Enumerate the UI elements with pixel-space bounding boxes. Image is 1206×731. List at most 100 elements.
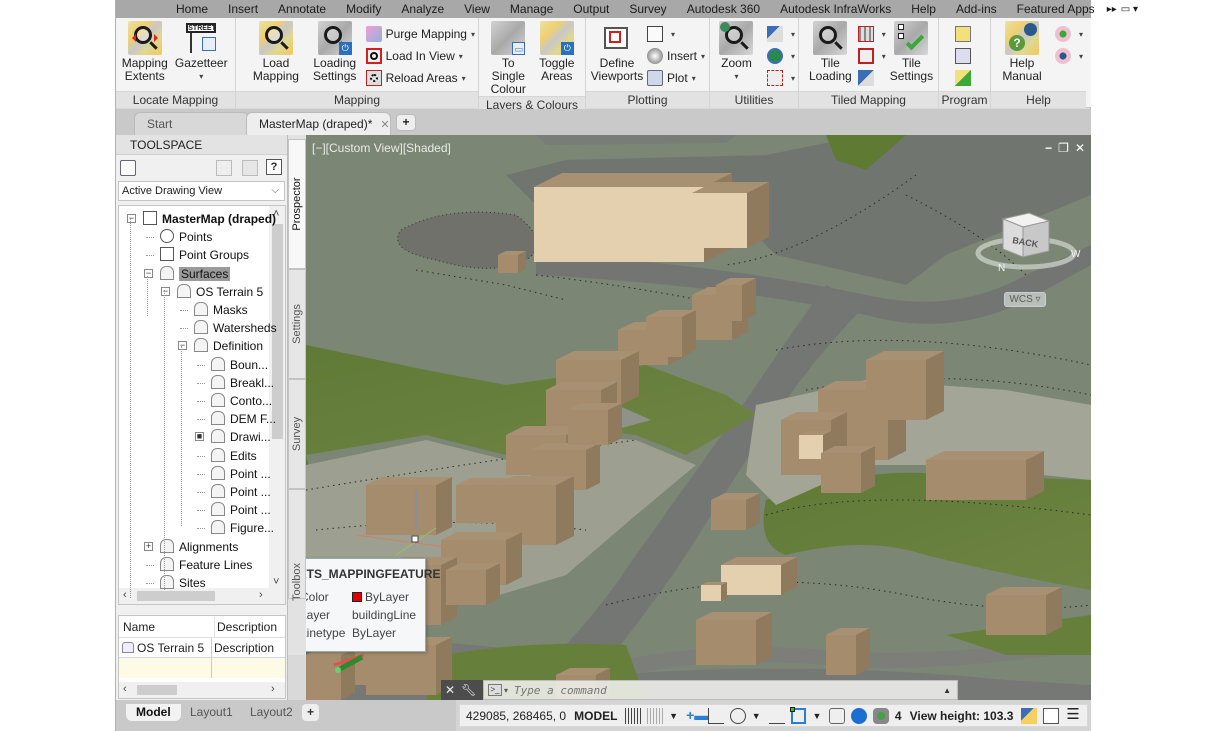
viewport-minimize-icon[interactable]: − <box>1045 141 1052 155</box>
viewport-close-icon[interactable]: ✕ <box>1075 141 1085 155</box>
utility-tool-2-button[interactable]: ▾ <box>766 45 795 67</box>
polar-tracking-icon[interactable] <box>729 707 746 724</box>
tile-export-button[interactable] <box>857 67 886 89</box>
column-header-description[interactable]: Description <box>214 617 277 637</box>
tab-survey[interactable]: Survey <box>619 0 676 18</box>
plot-button[interactable]: Plot ▾ <box>647 67 705 89</box>
tree-item[interactable]: Point ... <box>211 465 271 483</box>
tile-loading-button[interactable]: Tile Loading <box>809 21 852 83</box>
tab-view[interactable]: View <box>454 0 500 18</box>
define-viewports-button[interactable]: Define Viewports <box>589 21 645 83</box>
doc-tab-mastermap-draped[interactable]: MasterMap (draped)* ✕ <box>246 112 391 135</box>
tile-settings-button[interactable]: Tile Settings <box>890 21 933 83</box>
tile-frame-button[interactable]: ▾ <box>857 45 886 67</box>
expand-icon[interactable]: + <box>144 541 153 551</box>
scroll-right-arrow[interactable]: › <box>271 683 275 695</box>
osnap-dropdown-caret[interactable]: ▼ <box>812 711 821 721</box>
recent-commands-caret[interactable]: ▾ <box>504 686 508 695</box>
loading-settings-button[interactable]: ⏻ Loading Settings <box>306 21 364 83</box>
customization-menu-icon[interactable]: ☰ <box>1065 707 1081 724</box>
tile-grid-button[interactable]: ▾ <box>857 23 886 45</box>
utility-tool-1-button[interactable]: ▾ <box>766 23 795 45</box>
program-tool-1-button[interactable] <box>954 23 975 45</box>
help-tool-2-button[interactable]: ▾ <box>1054 45 1083 67</box>
program-tool-2-button[interactable] <box>954 45 975 67</box>
polar-dropdown-caret[interactable]: ▼ <box>752 711 761 721</box>
tab-annotate[interactable]: Annotate <box>268 0 336 18</box>
dynamic-input-icon[interactable]: +▬ <box>686 708 708 724</box>
help-icon[interactable]: ? <box>266 159 282 175</box>
annotation-visibility-icon[interactable] <box>851 707 868 724</box>
command-input[interactable] <box>514 683 895 697</box>
gazetteer-dropdown-caret[interactable]: ▾ <box>199 70 203 83</box>
annotation-scale-count[interactable]: 4 <box>895 709 902 723</box>
side-tab-survey[interactable]: Survey <box>288 379 306 489</box>
tree-item[interactable]: Point ... <box>211 483 271 501</box>
tab-overflow-button[interactable]: ▸▸ <box>1105 0 1119 19</box>
item-view-icon[interactable] <box>242 160 258 176</box>
tree-item[interactable]: Definition <box>194 337 263 355</box>
collapse-icon[interactable]: ■ <box>195 432 204 442</box>
tree-item[interactable]: Boun... <box>211 356 268 374</box>
command-prompt-icon[interactable]: >_ <box>488 684 502 696</box>
tab-help[interactable]: Help <box>901 0 946 18</box>
tab-insert[interactable]: Insert <box>218 0 268 18</box>
tab-featured-apps[interactable]: Featured Apps <box>1007 0 1105 18</box>
collapse-icon[interactable]: − <box>144 268 153 278</box>
layout-tab-layout1[interactable]: Layout1 <box>180 704 243 721</box>
wcs-ucs-menu[interactable]: WCS ▿ <box>1004 292 1046 307</box>
detail-row[interactable]: OS Terrain 5 Description <box>119 638 285 658</box>
tab-autodesk-360[interactable]: Autodesk 360 <box>677 0 770 18</box>
viewport-options-button[interactable]: ▾ <box>647 23 705 45</box>
detail-hscroll-thumb[interactable] <box>137 685 177 695</box>
tree-item[interactable]: Watersheds <box>194 319 277 337</box>
tree-item[interactable]: Feature Lines <box>160 556 252 574</box>
tree-item[interactable]: Sites <box>160 574 206 592</box>
tab-modify[interactable]: Modify <box>336 0 391 18</box>
to-single-colour-button[interactable]: ▭ To Single Colour <box>485 21 532 96</box>
model-space-toggle[interactable]: MODEL <box>574 709 617 723</box>
tree-item[interactable]: Edits <box>211 447 257 465</box>
isolate-objects-icon[interactable] <box>1021 707 1038 724</box>
graphics-performance-icon[interactable] <box>1043 707 1060 724</box>
tab-output[interactable]: Output <box>563 0 619 18</box>
side-tab-toolbox[interactable]: Toolbox <box>288 489 306 601</box>
viewport-restore-icon[interactable]: ❐ <box>1058 141 1069 155</box>
close-tab-icon[interactable]: ✕ <box>380 119 389 131</box>
gazetteer-button[interactable]: STREET Gazetteer ▾ <box>173 21 230 83</box>
tab-home[interactable]: Home <box>166 0 218 18</box>
scroll-down-arrow[interactable]: ˅ <box>273 576 279 588</box>
tree-item[interactable]: Drawi... <box>211 428 271 446</box>
tab-autodesk-infraworks[interactable]: Autodesk InfraWorks <box>770 0 901 18</box>
viewcube[interactable]: BACK N W <box>971 195 1081 275</box>
find-icon[interactable] <box>120 160 136 176</box>
tree-item[interactable]: DEM F... <box>211 410 276 428</box>
grid-display-icon[interactable] <box>625 707 642 724</box>
mapping-extents-button[interactable]: Mapping Extents <box>119 21 171 83</box>
tree-item[interactable]: Points <box>160 228 212 246</box>
tree-item[interactable]: Breakl... <box>211 374 274 392</box>
scroll-left-arrow[interactable]: ‹ <box>123 589 127 601</box>
new-tab-button[interactable]: + <box>396 114 416 131</box>
tree-item[interactable]: Point Groups <box>160 246 249 264</box>
load-in-view-button[interactable]: Load In View ▾ <box>365 45 475 67</box>
column-header-name[interactable]: Name <box>123 617 155 637</box>
copy-item-icon[interactable] <box>216 160 232 176</box>
customize-wrench-icon[interactable]: 🔧︎ <box>461 683 476 697</box>
load-mapping-button[interactable]: Load Mapping <box>248 21 304 83</box>
zoom-button[interactable]: Zoom ▾ <box>718 21 755 83</box>
tree-item[interactable]: Figure... <box>211 519 274 537</box>
detail-horizontal-scrollbar[interactable]: ‹ › <box>119 682 285 698</box>
utility-tool-3-button[interactable]: ▾ <box>766 67 795 89</box>
command-input-box[interactable]: >_ ▾ ▲ <box>483 680 958 700</box>
reload-areas-button[interactable]: Reload Areas ▾ <box>365 67 475 89</box>
snap-mode-icon[interactable] <box>647 707 664 724</box>
scroll-right-arrow[interactable]: › <box>259 589 263 601</box>
viewport-controls-label[interactable]: [−][Custom View][Shaded] <box>312 141 451 155</box>
tree-item[interactable]: Masks <box>194 301 248 319</box>
tree-item[interactable]: OS Terrain 5 <box>177 283 263 301</box>
drawing-view-selector[interactable]: Active Drawing View ⌵ <box>118 181 285 201</box>
tree-item[interactable]: Point ... <box>211 501 271 519</box>
new-layout-button[interactable]: + <box>302 704 320 721</box>
layout-tab-layout2[interactable]: Layout2 <box>240 704 303 721</box>
